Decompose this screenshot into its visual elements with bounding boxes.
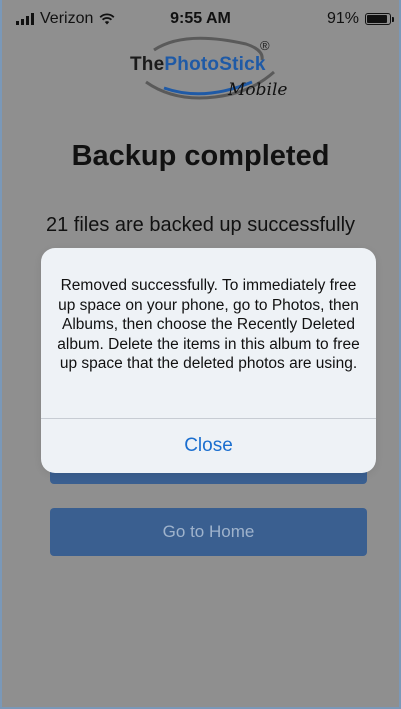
logo-brand-the: The xyxy=(130,54,165,75)
registered-mark: ® xyxy=(260,38,270,53)
page-title: Backup completed xyxy=(71,140,330,172)
battery-icon xyxy=(365,13,394,25)
status-right: 91% xyxy=(326,10,394,28)
logo-brand: ThePhotoStick xyxy=(130,54,266,76)
logo-tagline: Mobile xyxy=(228,80,288,100)
alert-close-button[interactable]: Close xyxy=(41,419,376,473)
alert-message: Removed successfully. To immediately fre… xyxy=(57,277,360,372)
app-screen: Verizon 9:55 AM 91% ThePhotoStick ® Mobi… xyxy=(0,0,401,709)
battery-percent: 91% xyxy=(326,10,359,27)
app-logo: ThePhotoStick ® Mobile xyxy=(124,36,288,110)
logo-brand-photostick: PhotoStick xyxy=(164,54,266,75)
backup-summary: 21 files are backed up successfully xyxy=(45,214,356,236)
alert-dialog: Removed successfully. To immediately fre… xyxy=(41,248,376,473)
status-bar: Verizon 9:55 AM 91% xyxy=(0,0,401,34)
go-to-home-button[interactable]: Go to Home xyxy=(50,508,367,556)
